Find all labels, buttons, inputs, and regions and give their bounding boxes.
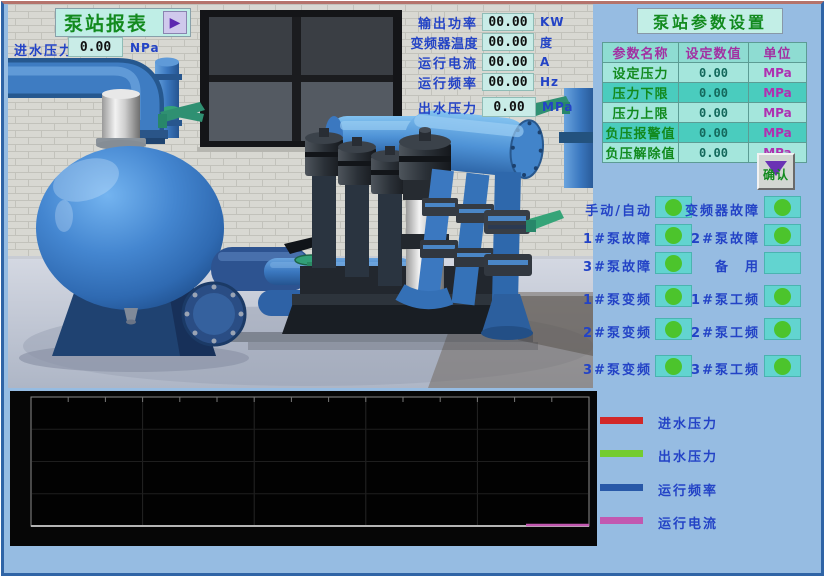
outlet-pressure-unit: MPa — [542, 100, 576, 114]
confirm-button[interactable]: 确认 — [757, 153, 795, 190]
outlet-pressure-row: 出水压力 0.00 MPa — [392, 97, 576, 117]
indicator-label: 2#泵故障 — [660, 228, 760, 247]
param-name: 压力下限 — [603, 83, 679, 103]
indicator-label: 3#泵工频 — [660, 359, 760, 378]
param-name: 负压解除值 — [603, 143, 679, 163]
param-unit: MPa — [749, 63, 807, 83]
legend-label: 运行频率 — [658, 480, 718, 499]
status-indicator — [764, 285, 801, 307]
confirm-button-label: 确认 — [763, 166, 789, 183]
reading-unit: KW — [540, 15, 574, 29]
reading-unit: A — [540, 55, 574, 69]
legend-label: 进水压力 — [658, 413, 718, 432]
settings-header-row: 参数名称 设定数值 单位 — [603, 43, 807, 63]
reading-label: 变频器温度 — [392, 33, 478, 52]
reading-value: 00.00 — [482, 33, 534, 51]
param-name: 设定压力 — [603, 63, 679, 83]
param-unit: MPa — [749, 123, 807, 143]
param-value-field[interactable]: 0.00 — [679, 143, 749, 163]
param-value-field[interactable]: 0.00 — [679, 63, 749, 83]
status-lamp — [774, 321, 791, 338]
readings-block: 输出功率 00.00 KW 变频器温度 00.00 度 运行电流 00.00 A… — [392, 12, 574, 92]
settings-table: 参数名称 设定数值 单位 设定压力 0.00 MPa 压力下限 0.00 MPa… — [602, 42, 807, 163]
status-lamp — [774, 358, 791, 375]
indicator-row: 1#泵故障 2#泵故障 — [4, 224, 821, 248]
param-name: 负压报警值 — [603, 123, 679, 143]
param-unit: MPa — [749, 83, 807, 103]
indicator-label: 1#泵工频 — [660, 289, 760, 308]
settings-panel-title: 泵站参数设置 — [637, 8, 783, 34]
settings-row: 压力下限 0.00 MPa — [603, 83, 807, 103]
indicator-label: 3#泵变频 — [560, 359, 652, 378]
settings-row: 负压报警值 0.00 MPa — [603, 123, 807, 143]
settings-row: 设定压力 0.00 MPa — [603, 63, 807, 83]
param-value-field[interactable]: 0.00 — [679, 123, 749, 143]
indicator-row: 2#泵变频 2#泵工频 — [4, 318, 821, 342]
reading-row: 运行频率 00.00 Hz — [392, 72, 574, 92]
param-name: 压力上限 — [603, 103, 679, 123]
inlet-pressure-value: 0.00 — [68, 37, 123, 57]
param-value-field[interactable]: 0.00 — [679, 103, 749, 123]
settings-row: 压力上限 0.00 MPa — [603, 103, 807, 123]
reading-unit: Hz — [540, 75, 574, 89]
indicator-label: 1#泵故障 — [560, 228, 652, 247]
legend-swatch-inlet — [600, 417, 643, 424]
indicator-label: 1#泵变频 — [560, 289, 652, 308]
indicator-label: 变频器故障 — [660, 200, 760, 219]
status-lamp — [774, 255, 791, 272]
indicator-row: 手动/自动 变频器故障 — [4, 196, 821, 220]
indicator-label: 2#泵变频 — [560, 322, 652, 341]
indicator-row: 3#泵故障 备 用 — [4, 252, 821, 276]
status-indicator — [764, 355, 801, 377]
col-header: 参数名称 — [603, 43, 679, 63]
legend-swatch-outlet — [600, 450, 643, 457]
reading-unit: 度 — [540, 34, 574, 51]
app-frame: 泵站报表 ▶ 进水压力 0.00 NPa 输出功率 00.00 KW 变频器温度… — [1, 1, 824, 576]
reading-value: 00.00 — [482, 53, 534, 71]
hmi-screen: 泵站报表 ▶ 进水压力 0.00 NPa 输出功率 00.00 KW 变频器温度… — [0, 0, 825, 577]
status-lamp — [774, 199, 791, 216]
indicator-row: 3#泵变频 3#泵工频 — [4, 355, 821, 379]
status-indicator — [764, 252, 801, 274]
indicator-label: 备 用 — [660, 256, 760, 275]
param-unit: MPa — [749, 103, 807, 123]
status-lamp — [774, 288, 791, 305]
report-button-label: 泵站报表 — [64, 9, 148, 36]
outlet-pressure-label: 出水压力 — [392, 98, 478, 117]
legend-swatch-frequency — [600, 484, 643, 491]
status-indicator — [764, 196, 801, 218]
status-indicator — [764, 318, 801, 340]
reading-label: 运行频率 — [392, 73, 478, 92]
reading-label: 输出功率 — [392, 13, 478, 32]
reading-row: 输出功率 00.00 KW — [392, 12, 574, 32]
col-header: 单位 — [749, 43, 807, 63]
inlet-pressure-unit: NPa — [130, 41, 160, 55]
outlet-pressure-value: 0.00 — [482, 97, 536, 117]
indicator-label: 3#泵故障 — [560, 256, 652, 275]
report-button[interactable]: 泵站报表 ▶ — [55, 8, 191, 37]
trend-chart — [10, 391, 597, 546]
inlet-pressure-label: 进水压力 — [14, 40, 74, 59]
reading-label: 运行电流 — [392, 53, 478, 72]
legend-label: 运行电流 — [658, 513, 718, 532]
indicator-row: 1#泵变频 1#泵工频 — [4, 285, 821, 309]
indicator-label: 2#泵工频 — [660, 322, 760, 341]
legend-label: 出水压力 — [658, 446, 718, 465]
col-header: 设定数值 — [679, 43, 749, 63]
param-value-field[interactable]: 0.00 — [679, 83, 749, 103]
tank-top-cylinder — [96, 89, 146, 150]
reading-value: 00.00 — [482, 73, 534, 91]
reading-row: 运行电流 00.00 A — [392, 52, 574, 72]
reading-row: 变频器温度 00.00 度 — [392, 32, 574, 52]
play-icon[interactable]: ▶ — [163, 11, 187, 34]
reading-value: 00.00 — [482, 13, 534, 31]
legend-swatch-current — [600, 517, 643, 524]
indicator-label: 手动/自动 — [560, 200, 652, 219]
status-lamp — [774, 227, 791, 244]
status-indicator — [764, 224, 801, 246]
